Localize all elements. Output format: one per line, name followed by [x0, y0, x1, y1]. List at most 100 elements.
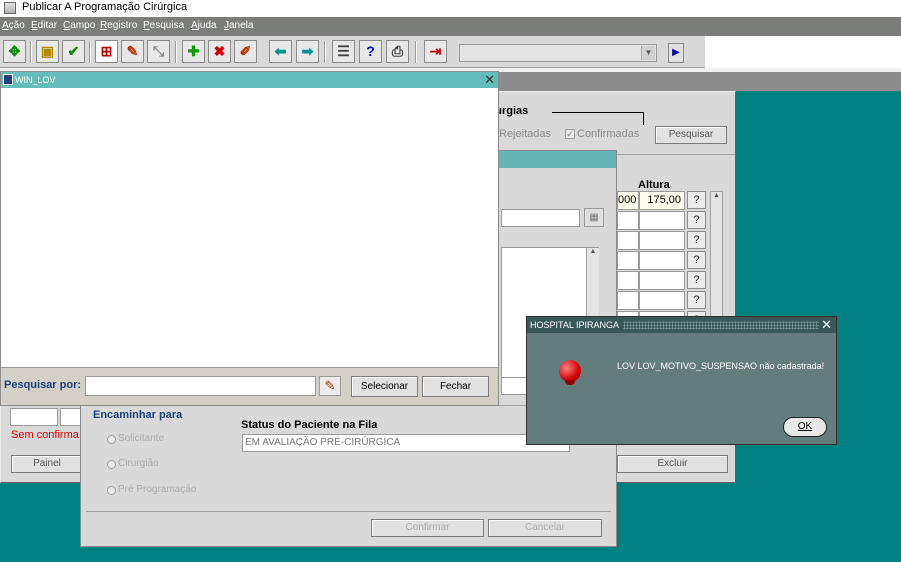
chevron-down-icon[interactable]: ▼	[641, 46, 655, 60]
menu-campo[interactable]: Campo	[63, 20, 95, 32]
menu-bar: Ação Editar Campo Registro Pesquisa Ajud…	[0, 17, 901, 36]
search-icon[interactable]: ?	[687, 231, 706, 249]
confirm-button[interactable]: Confirmar	[371, 519, 484, 537]
lov-list[interactable]	[1, 88, 498, 368]
divider	[617, 154, 735, 155]
toolbar-separator	[324, 41, 326, 63]
scroll-up-icon[interactable]: ▲	[587, 248, 599, 255]
dialog-field[interactable]	[501, 209, 580, 227]
save-icon[interactable]: ▣	[36, 40, 59, 63]
menu-registro[interactable]: Registro	[100, 20, 137, 32]
row-cell-left[interactable]	[617, 211, 639, 230]
radio-cirurgiao[interactable]	[107, 460, 116, 469]
altura-cell[interactable]	[639, 271, 685, 290]
altura-cell[interactable]	[639, 211, 685, 230]
delete-button[interactable]: Excluir	[617, 455, 728, 473]
confirmadas-checkbox[interactable]: ✓	[565, 129, 575, 139]
search-label: Pesquisar por:	[4, 379, 82, 391]
flashlight-search-icon[interactable]: ✎	[319, 376, 341, 396]
toolbar-separator	[175, 41, 177, 63]
altura-cell[interactable]: 175,00	[639, 191, 685, 210]
print-form-icon[interactable]: ⊞	[95, 40, 118, 63]
row-cell-left[interactable]	[617, 231, 639, 250]
search-icon[interactable]: ?	[687, 211, 706, 229]
row-cell-left[interactable]: 000	[617, 191, 639, 210]
search-icon[interactable]: ?	[687, 291, 706, 309]
title-texture	[623, 321, 819, 329]
alert-message: LOV LOV_MOTIVO_SUSPENSAO não cadastrada!	[617, 361, 825, 371]
window-title-bar: Publicar A Programação Cirúrgica	[0, 0, 901, 17]
window-title: Publicar A Programação Cirúrgica	[22, 1, 188, 13]
ok-button[interactable]: OK	[783, 417, 827, 437]
close-icon[interactable]: ✕	[484, 72, 495, 88]
row-cell-left[interactable]	[617, 271, 639, 290]
scroll-up-icon[interactable]: ▲	[711, 192, 722, 199]
search-icon[interactable]: ?	[687, 271, 706, 289]
help-icon[interactable]: ?	[359, 40, 382, 63]
status-label: Status do Paciente na Fila	[241, 419, 378, 431]
filter-confirmadas: Confirmadas	[577, 128, 640, 140]
edit-pencil-icon[interactable]: ✎	[121, 40, 144, 63]
close-icon[interactable]: ✕	[821, 317, 832, 333]
panel-button[interactable]: Painel	[11, 455, 83, 473]
section-rule	[643, 112, 644, 125]
close-button[interactable]: Fechar	[422, 376, 489, 397]
win-lov-title: WIN_LOV	[15, 75, 56, 85]
altura-cell[interactable]	[639, 231, 685, 250]
calculator-icon[interactable]: ▦	[584, 208, 604, 227]
menu-janela[interactable]: Janela	[224, 20, 253, 32]
insert-record-icon[interactable]: ✚	[182, 40, 205, 63]
radio-solicitante-label: Solicitante	[118, 433, 165, 444]
row-cell-left[interactable]	[617, 251, 639, 270]
alert-title-bar: HOSPITAL IPIRANGA ✕	[527, 317, 836, 333]
altura-cell[interactable]	[639, 251, 685, 270]
toolbar-separator	[89, 41, 91, 63]
win-lov-dialog: WIN_LOV ✕ Pesquisar por: ✎ Selecionar Fe…	[0, 71, 499, 406]
radio-cirurgiao-label: Cirurgião	[118, 458, 159, 469]
alarm-bell-icon	[559, 360, 581, 382]
list-values-icon[interactable]: ☰	[332, 40, 355, 63]
clear-record-icon[interactable]: ✐	[234, 40, 257, 63]
filter-rejeitadas[interactable]: Rejeitadas	[499, 128, 551, 140]
table-scrollbar[interactable]: ▲	[710, 191, 723, 331]
radio-preprog-label: Pré Programação	[118, 484, 197, 495]
move-icon[interactable]: ✥	[3, 40, 26, 63]
clear-icon[interactable]: ⤡	[147, 40, 170, 63]
win-lov-title-bar: WIN_LOV ✕	[1, 72, 498, 88]
lov-search-input[interactable]	[85, 376, 316, 396]
next-arrow-icon[interactable]: ➡	[296, 40, 319, 63]
alarm-bell-base	[565, 380, 575, 385]
alert-title: HOSPITAL IPIRANGA	[530, 320, 620, 330]
menu-editar[interactable]: Editar	[31, 20, 57, 32]
toolbar-combo[interactable]: ▼	[459, 44, 657, 62]
status-text: Sem confirma	[11, 429, 79, 441]
altura-cell[interactable]	[639, 291, 685, 310]
radio-preprog[interactable]	[107, 486, 116, 495]
exit-door-icon[interactable]: ⇥	[424, 40, 447, 63]
delete-record-icon[interactable]: ✖	[208, 40, 231, 63]
window-icon	[3, 74, 13, 85]
commit-check-icon[interactable]: ✔	[62, 40, 85, 63]
toolbar-separator	[30, 41, 32, 63]
status-field[interactable]: EM AVALIAÇÃO PRÉ-CIRÚRGICA	[242, 434, 570, 452]
search-icon[interactable]: ?	[687, 251, 706, 269]
printer-icon[interactable]: ⎙	[386, 40, 409, 63]
encaminhar-title: Encaminhar para	[93, 409, 183, 421]
select-button[interactable]: Selecionar	[351, 376, 418, 397]
cancel-button[interactable]: Cancelar	[488, 519, 602, 537]
app-icon	[4, 2, 16, 14]
menu-ajuda[interactable]: Ajuda	[191, 20, 217, 32]
row-cell-left[interactable]	[617, 291, 639, 310]
column-altura: Altura	[638, 179, 670, 191]
run-icon[interactable]: ▶	[668, 43, 684, 63]
search-button[interactable]: Pesquisar	[655, 126, 727, 144]
alert-dialog: HOSPITAL IPIRANGA ✕ LOV LOV_MOTIVO_SUSPE…	[526, 316, 837, 445]
form-field[interactable]	[10, 408, 58, 426]
previous-arrow-icon[interactable]: ⬅	[269, 40, 292, 63]
search-icon[interactable]: ?	[687, 191, 706, 209]
radio-solicitante[interactable]	[107, 435, 116, 444]
divider	[86, 511, 611, 512]
menu-pesquisa[interactable]: Pesquisa	[143, 20, 184, 32]
menu-acao[interactable]: Ação	[2, 20, 25, 32]
toolbar-separator	[415, 41, 417, 63]
